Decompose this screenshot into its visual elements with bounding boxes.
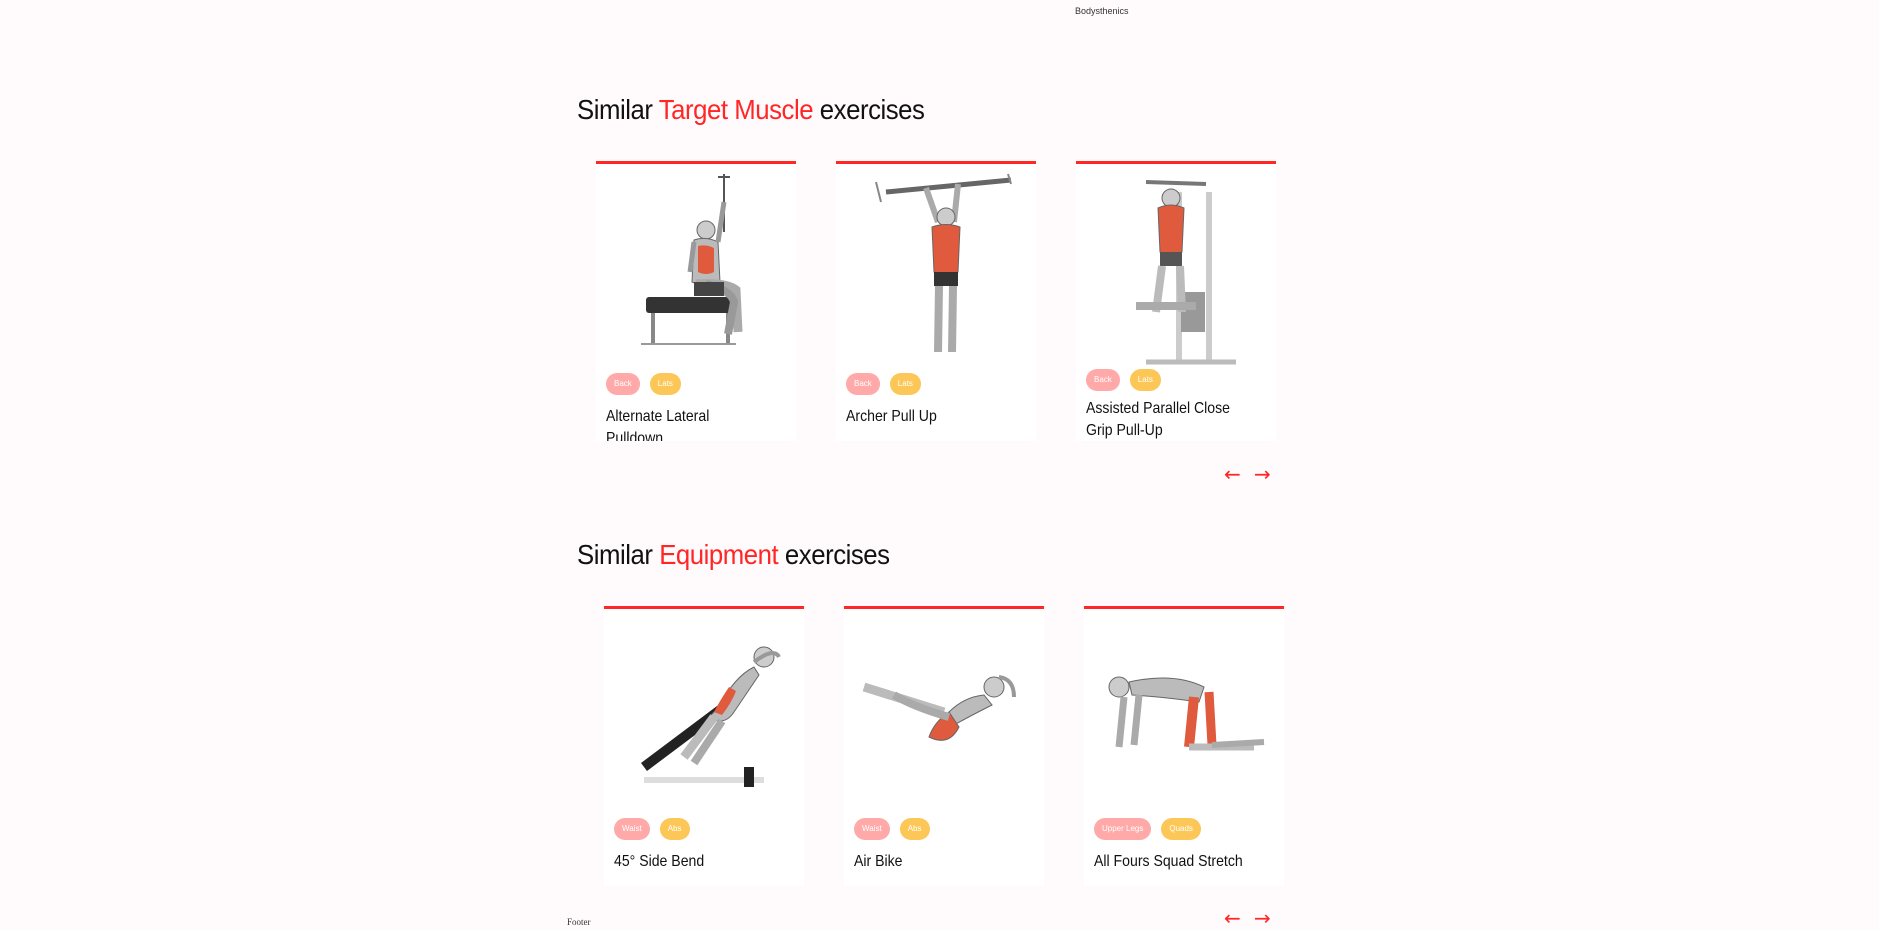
exercise-card[interactable]: Waist Abs 45° Side Bend	[604, 606, 804, 886]
equipment-label: Bodysthenics	[1075, 6, 1129, 16]
title-suffix: exercises	[778, 539, 890, 570]
muscle-tags: Back Lats	[606, 373, 681, 395]
target-muscle-cards: Back Lats Alternate Lateral Pulldown Bac…	[596, 161, 1296, 441]
target-tag[interactable]: Quads	[1161, 818, 1201, 840]
muscle-tags: Waist Abs	[614, 818, 690, 840]
prev-arrow-button[interactable]: ←	[1224, 908, 1241, 928]
exercise-name: Archer Pull Up	[846, 408, 937, 425]
muscle-tags: Upper Legs Quads	[1094, 818, 1201, 840]
target-tag[interactable]: Lats	[1129, 369, 1161, 391]
exercise-name: All Fours Squad Stretch	[1094, 853, 1243, 870]
body-part-tag[interactable]: Back	[1086, 369, 1120, 391]
muscle-tags: Back Lats	[1086, 369, 1161, 391]
exercise-card[interactable]: Waist Abs Air Bike	[844, 606, 1044, 886]
exercise-card[interactable]: Back Lats Archer Pull Up	[836, 161, 1036, 441]
muscle-tags: Back Lats	[846, 373, 921, 395]
exercise-card[interactable]: Back Lats Assisted Parallel Close Grip P…	[1076, 161, 1276, 441]
exercise-name: Alternate Lateral Pulldown	[606, 408, 710, 441]
assisted-pullup-machine-figure	[1136, 180, 1236, 365]
body-part-tag[interactable]: Waist	[854, 818, 890, 840]
next-arrow-button[interactable]: →	[1254, 464, 1271, 484]
all-fours-stretch-figure	[1108, 676, 1265, 751]
lat-pulldown-figure	[641, 174, 743, 345]
body-part-tag[interactable]: Back	[846, 373, 880, 395]
exercise-name: Assisted Parallel Close Grip Pull-Up	[1086, 400, 1230, 439]
pull-up-figure	[875, 173, 1012, 353]
target-tag[interactable]: Lats	[649, 373, 681, 395]
equipment-section-title: Similar Equipment exercises	[577, 539, 890, 571]
title-prefix: Similar	[577, 539, 660, 570]
exercise-card[interactable]: Back Lats Alternate Lateral Pulldown	[596, 161, 796, 441]
target-tag[interactable]: Abs	[899, 818, 930, 840]
target-tag[interactable]: Abs	[659, 818, 690, 840]
exercise-card[interactable]: Upper Legs Quads All Fours Squad Stretch	[1084, 606, 1284, 886]
title-accent: Target Muscle	[658, 94, 814, 125]
body-part-tag[interactable]: Back	[606, 373, 640, 395]
title-suffix: exercises	[813, 94, 925, 125]
air-bike-figure	[862, 675, 1016, 741]
body-part-tag[interactable]: Upper Legs	[1094, 818, 1152, 840]
muscle-tags: Waist Abs	[854, 818, 930, 840]
exercise-name: 45° Side Bend	[614, 853, 705, 870]
target-tag[interactable]: Lats	[889, 373, 921, 395]
title-prefix: Similar	[577, 94, 659, 125]
next-arrow-button[interactable]: →	[1254, 908, 1271, 928]
side-bend-bench-figure	[641, 646, 781, 787]
equipment-cards: Waist Abs 45° Side Bend Waist Abs Air Bi…	[604, 606, 1304, 886]
exercise-name: Air Bike	[854, 853, 903, 870]
title-accent: Equipment	[659, 539, 779, 570]
target-muscle-section-title: Similar Target Muscle exercises	[577, 94, 925, 126]
footer-label: Footer	[567, 917, 591, 927]
prev-arrow-button[interactable]: ←	[1224, 464, 1241, 484]
body-part-tag[interactable]: Waist	[614, 818, 650, 840]
